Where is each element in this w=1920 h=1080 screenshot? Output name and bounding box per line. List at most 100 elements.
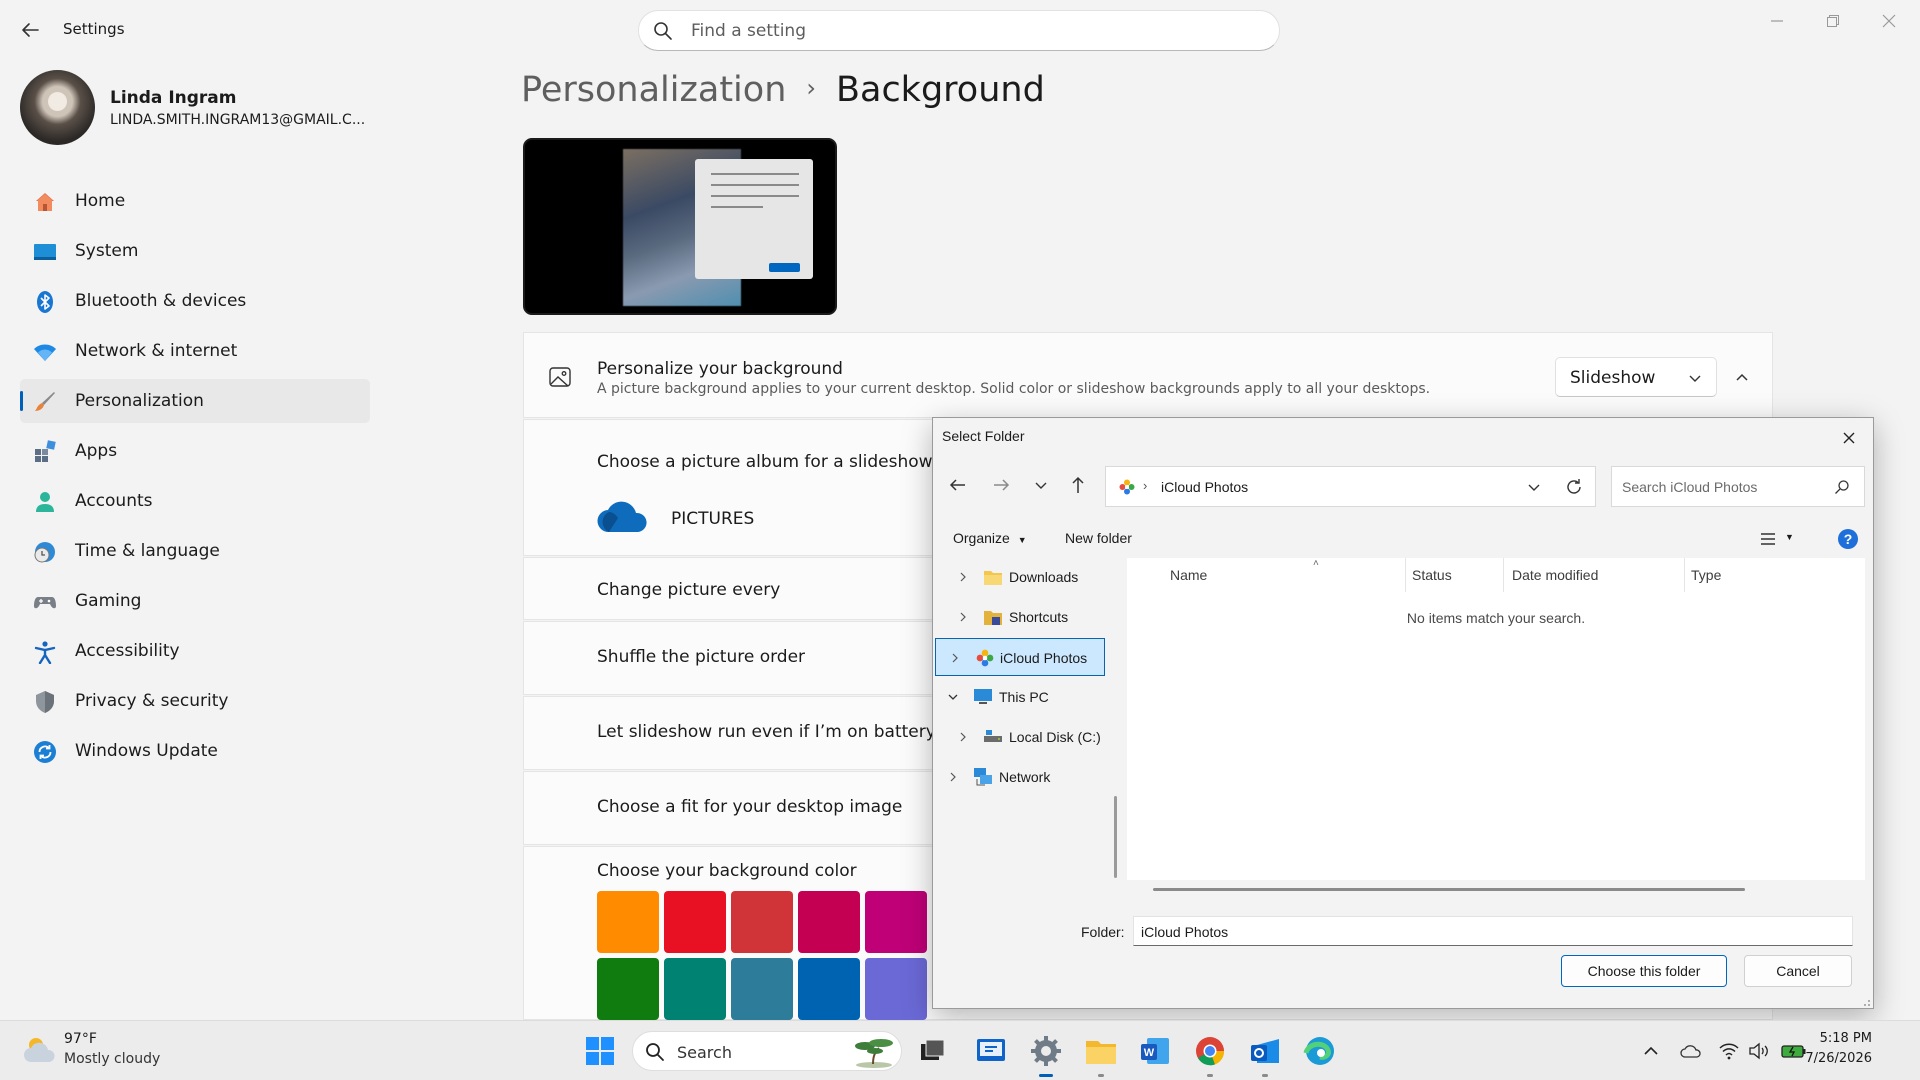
- album-name[interactable]: PICTURES: [671, 509, 754, 529]
- tree-item-network[interactable]: Network: [933, 758, 1105, 796]
- cancel-button[interactable]: Cancel: [1744, 955, 1852, 987]
- taskbar-search-label: Search: [677, 1043, 732, 1062]
- column-header-name[interactable]: Name: [1170, 567, 1207, 583]
- column-header-date-modified[interactable]: Date modified: [1512, 567, 1598, 583]
- fit-label: Choose a fit for your desktop image: [597, 797, 903, 817]
- avatar[interactable]: [20, 70, 95, 145]
- dialog-close-button[interactable]: [1835, 424, 1863, 452]
- caret-down-icon[interactable]: ▼: [1785, 532, 1794, 542]
- refresh-icon[interactable]: [1564, 477, 1584, 497]
- recent-locations-button[interactable]: [1030, 474, 1052, 496]
- start-button[interactable]: [580, 1031, 620, 1071]
- settings-search-box[interactable]: [638, 10, 1280, 51]
- chevron-down-icon[interactable]: [947, 690, 959, 702]
- sidebar-item-accounts[interactable]: Accounts: [20, 479, 370, 523]
- minimize-button[interactable]: [1754, 8, 1800, 38]
- clock-time[interactable]: 5:18 PM: [1820, 1031, 1872, 1046]
- chevron-right-icon[interactable]: [957, 570, 969, 582]
- up-arrow-icon: [1072, 476, 1084, 493]
- sidebar-item-apps[interactable]: Apps: [20, 429, 370, 473]
- tree-item-this-pc[interactable]: This PC: [933, 678, 1105, 716]
- tree-scrollbar[interactable]: [1114, 796, 1117, 878]
- tree-item-shortcuts[interactable]: Shortcuts: [933, 598, 1105, 636]
- chevron-down-icon[interactable]: [1526, 479, 1542, 495]
- taskbar-app-file-explorer[interactable]: [1081, 1031, 1121, 1077]
- tree-item-local-disk[interactable]: Local Disk (C:): [933, 718, 1105, 756]
- taskbar-app-remote-desktop[interactable]: [971, 1031, 1011, 1071]
- color-swatch[interactable]: [798, 958, 860, 1020]
- task-view-icon: [921, 1039, 945, 1060]
- color-swatch[interactable]: [798, 891, 860, 953]
- taskbar-app-chrome[interactable]: [1190, 1031, 1230, 1077]
- color-swatch[interactable]: [664, 958, 726, 1020]
- chevron-right-icon[interactable]: [947, 770, 959, 782]
- task-view-button[interactable]: [913, 1031, 953, 1071]
- sidebar-item-gaming[interactable]: Gaming: [20, 579, 370, 623]
- chevron-right-icon[interactable]: [957, 730, 969, 742]
- color-swatch[interactable]: [597, 958, 659, 1020]
- dialog-search-input[interactable]: [1620, 477, 1820, 497]
- personalize-background-card: Personalize your background A picture ba…: [523, 332, 1773, 418]
- running-indicator: [1039, 1074, 1053, 1077]
- folder-input[interactable]: [1139, 922, 1839, 942]
- column-header-type[interactable]: Type: [1691, 567, 1721, 583]
- chevron-right-icon[interactable]: [957, 610, 969, 622]
- show-hidden-icons-chevron-icon[interactable]: [1640, 1041, 1662, 1061]
- organize-menu[interactable]: Organize ▼: [953, 530, 1027, 546]
- sidebar-item-bluetooth[interactable]: Bluetooth & devices: [20, 279, 370, 323]
- resize-grip-icon[interactable]: [1859, 994, 1871, 1006]
- volume-tray-icon[interactable]: [1748, 1041, 1770, 1061]
- sidebar-item-time-language[interactable]: Time & language: [20, 529, 370, 573]
- file-list-scrollbar[interactable]: [1153, 888, 1745, 891]
- breadcrumb-parent[interactable]: Personalization: [521, 70, 786, 110]
- forward-button[interactable]: [990, 474, 1012, 496]
- up-folder-button[interactable]: [1067, 474, 1089, 496]
- color-swatch[interactable]: [597, 891, 659, 953]
- address-text[interactable]: iCloud Photos: [1161, 479, 1248, 495]
- onedrive-tray-icon[interactable]: [1680, 1041, 1702, 1061]
- folder-field[interactable]: [1133, 916, 1853, 946]
- color-swatch[interactable]: [865, 891, 927, 953]
- home-icon: [33, 190, 57, 214]
- battery-charging-icon[interactable]: [1781, 1041, 1807, 1061]
- column-header-status[interactable]: Status: [1412, 567, 1452, 583]
- wifi-tray-icon[interactable]: [1718, 1041, 1740, 1061]
- background-type-dropdown[interactable]: Slideshow: [1555, 357, 1717, 397]
- dialog-search-box[interactable]: [1611, 466, 1865, 507]
- sidebar-item-accessibility[interactable]: Accessibility: [20, 629, 370, 673]
- sidebar-item-home[interactable]: Home: [20, 179, 370, 223]
- tree-item-downloads[interactable]: Downloads: [933, 558, 1105, 596]
- help-icon[interactable]: ?: [1837, 528, 1859, 550]
- back-arrow-icon[interactable]: [18, 18, 42, 42]
- new-folder-button[interactable]: New folder: [1065, 530, 1132, 546]
- sidebar-item-system[interactable]: System: [20, 229, 370, 273]
- settings-search-input[interactable]: [689, 19, 1249, 43]
- chevron-up-icon[interactable]: [1734, 369, 1750, 385]
- color-swatch[interactable]: [731, 958, 793, 1020]
- color-swatch[interactable]: [731, 891, 793, 953]
- sidebar-item-network[interactable]: Network & internet: [20, 329, 370, 373]
- taskbar-app-outlook[interactable]: [1245, 1031, 1285, 1077]
- maximize-button[interactable]: [1810, 8, 1856, 38]
- color-swatch[interactable]: [664, 891, 726, 953]
- chevron-right-icon[interactable]: [949, 651, 961, 663]
- taskbar-app-settings[interactable]: [1026, 1031, 1066, 1077]
- onedrive-cloud-icon: [597, 500, 649, 534]
- running-indicator: [1262, 1074, 1268, 1077]
- back-button[interactable]: [947, 474, 969, 496]
- taskbar-search[interactable]: Search: [632, 1031, 902, 1071]
- clock-date[interactable]: 7/26/2026: [1805, 1051, 1872, 1066]
- dialog-title: Select Folder: [942, 428, 1025, 444]
- choose-folder-button[interactable]: Choose this folder: [1561, 955, 1727, 987]
- close-window-button[interactable]: [1866, 8, 1912, 38]
- taskbar-app-word[interactable]: W: [1135, 1031, 1175, 1071]
- back-arrow-icon: [949, 479, 965, 491]
- color-swatch[interactable]: [865, 958, 927, 1020]
- taskbar-app-edge[interactable]: [1300, 1031, 1340, 1071]
- view-options-icon[interactable]: [1759, 530, 1777, 548]
- sidebar-item-windows-update[interactable]: Windows Update: [20, 729, 370, 773]
- address-bar[interactable]: › iCloud Photos: [1105, 466, 1596, 507]
- sidebar-item-privacy-security[interactable]: Privacy & security: [20, 679, 370, 723]
- sidebar-item-personalization[interactable]: Personalization: [20, 379, 370, 423]
- tree-item-icloud-photos[interactable]: iCloud Photos: [935, 638, 1105, 676]
